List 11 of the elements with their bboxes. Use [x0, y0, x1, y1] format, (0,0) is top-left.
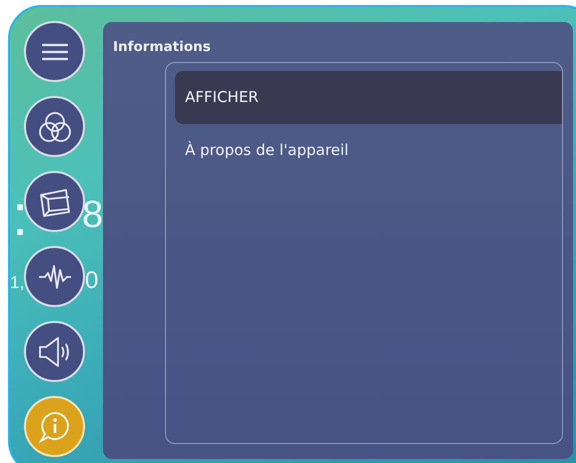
waveform-icon	[36, 264, 72, 290]
date-text: 1,	[10, 273, 24, 293]
menu-icon	[42, 42, 68, 60]
panel-title: Informations	[113, 39, 211, 55]
clock-digits: 8	[82, 197, 104, 233]
menu-item[interactable]: À propos de l'appareil	[175, 124, 562, 177]
info-icon	[38, 410, 72, 444]
clock-digits: :	[12, 191, 28, 241]
date-text: 0	[85, 269, 98, 293]
menu-item[interactable]: AFFICHER	[175, 71, 562, 124]
circles-icon	[38, 110, 72, 144]
